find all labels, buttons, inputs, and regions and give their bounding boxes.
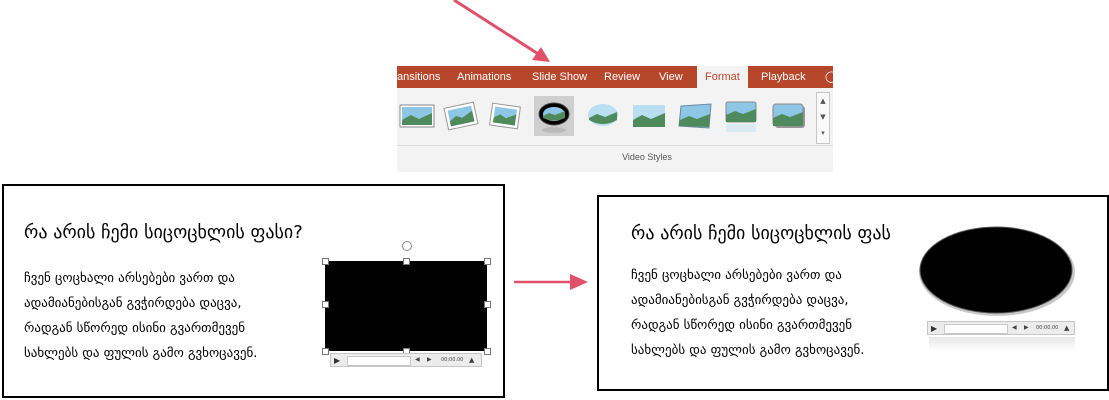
slide-title: რა არის ჩემი სიცოცხლის ფას (631, 223, 891, 244)
play-icon[interactable]: ▶ (334, 356, 340, 365)
slide-before: რა არის ჩემი სიცოცხლის ფასი? ჩვენ ცოცხალ… (2, 184, 505, 398)
tab-animations[interactable]: Animations (457, 66, 511, 88)
step-back-icon[interactable]: ◀ (415, 356, 420, 363)
video-styles-gallery (397, 92, 817, 142)
oval-black-style[interactable] (534, 96, 574, 136)
video-controls: ▶ ◀ ▶ 00:00.00 ▲ (927, 321, 1075, 335)
video-progress-track[interactable] (347, 356, 411, 366)
slide-body: ჩვენ ცოცხალი არსებები ვართ და ადამიანები… (24, 266, 257, 366)
slide-body-line: ადამიანებისგან გვჭირდება დაცვა, (631, 293, 849, 308)
slide-title: რა არის ჩემი სიცოცხლის ფასი? (24, 222, 303, 243)
simple-frame-style[interactable] (397, 96, 437, 136)
beveled-perspective-style[interactable] (675, 96, 715, 136)
scroll-down-icon[interactable]: ▼ (817, 109, 829, 125)
volume-icon[interactable]: ▲ (469, 356, 474, 364)
slide-body-line: რადგან სწორედ ისინი გვართმევენ (631, 318, 853, 333)
video-styles-group-label: Video Styles (622, 152, 672, 162)
step-back-icon[interactable]: ◀ (1012, 324, 1017, 331)
ribbon-tab-bar: ansitions Animations Slide Show Review V… (397, 66, 833, 88)
tab-view[interactable]: View (659, 66, 683, 88)
slide-body-line: რადგან სწორედ ისინი გვართმევენ (24, 321, 246, 336)
resize-handle[interactable] (403, 258, 410, 265)
slide-body: ჩვენ ცოცხალი არსებები ვართ და ადამიანები… (631, 263, 864, 363)
slide-body-line: ადამიანებისგან გვჭირდება დაცვა, (24, 296, 242, 311)
tilted-white-frame-style[interactable] (485, 96, 525, 136)
resize-handle[interactable] (322, 301, 329, 308)
gallery-scroll[interactable]: ▲ ▼ ▾ (816, 92, 830, 144)
reflected-rounded-style[interactable] (721, 96, 761, 136)
tab-format[interactable]: Format (697, 66, 748, 88)
slide-body-line: ჩვენ ცოცხალი არსებები ვართ და (631, 268, 842, 283)
slide-body-line: სახლებს და ფულის გამო გვხოცავენ. (24, 346, 258, 361)
step-forward-icon[interactable]: ▶ (1024, 324, 1029, 331)
right-arrow-icon (514, 274, 588, 290)
resize-handle[interactable] (322, 258, 329, 265)
play-icon[interactable]: ▶ (931, 324, 937, 333)
video-time: 00:00.00 (441, 357, 464, 363)
slide-body-line: ჩვენ ცოცხალი არსებები ვართ და (24, 271, 235, 286)
resize-handle[interactable] (484, 301, 491, 308)
group-divider (397, 145, 833, 146)
soft-edge-rectangle-style[interactable] (629, 96, 669, 136)
lightbulb-icon[interactable]: ◯ (825, 70, 833, 84)
rounded-shadow-style[interactable] (769, 96, 809, 136)
resize-handle[interactable] (484, 258, 491, 265)
rotate-handle-icon[interactable] (402, 241, 412, 251)
slide-body-line: სახლებს და ფულის გამო გვხოცავენ. (631, 343, 865, 358)
ribbon: ansitions Animations Slide Show Review V… (397, 66, 833, 172)
tab-review[interactable]: Review (604, 66, 640, 88)
resize-handle[interactable] (484, 348, 491, 355)
volume-icon[interactable]: ▲ (1064, 324, 1069, 332)
video-placeholder[interactable] (325, 261, 487, 351)
diagonal-arrow-icon (453, 0, 550, 62)
rotated-white-frame-style[interactable] (441, 96, 481, 136)
video-time: 00:00.00 (1036, 325, 1059, 331)
video-reflection (929, 337, 1075, 351)
resize-handle[interactable] (322, 348, 329, 355)
video-controls: ▶ ◀ ▶ 00:00.00 ▲ (330, 353, 482, 367)
soft-edge-oval-style[interactable] (583, 96, 623, 136)
tab-transitions[interactable]: ansitions (397, 66, 440, 88)
oval-video[interactable] (917, 223, 1085, 323)
tab-playback[interactable]: Playback (761, 66, 806, 88)
scroll-up-icon[interactable]: ▲ (817, 93, 829, 109)
more-styles-icon[interactable]: ▾ (817, 125, 829, 141)
step-forward-icon[interactable]: ▶ (427, 356, 432, 363)
slide-after: რა არის ჩემი სიცოცხლის ფას ჩვენ ცოცხალი … (597, 195, 1109, 391)
tab-slide-show[interactable]: Slide Show (532, 66, 587, 88)
video-progress-track[interactable] (944, 324, 1008, 334)
